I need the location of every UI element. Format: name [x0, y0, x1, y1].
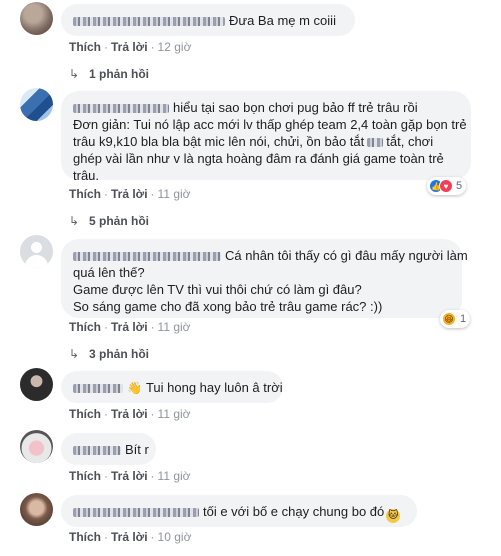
default-avatar-body [25, 255, 48, 268]
like-link[interactable]: Thích [69, 187, 101, 201]
love-icon: ♥ [439, 179, 453, 193]
comment-text-line: Đơn giản: Tui nó lập acc mới lv thấp ghé… [73, 117, 467, 132]
replies-count: 3 phản hồi [89, 347, 149, 361]
reply-link[interactable]: Trả lời [111, 320, 148, 334]
blurred-author-name[interactable] [73, 508, 199, 518]
view-replies-link[interactable]: ↳ 5 phản hồi [69, 214, 149, 228]
comment-text-line: trâu k9,k10 bla bla bật mic lên nói, chử… [73, 134, 365, 149]
avatar[interactable] [20, 430, 53, 463]
comment-text-line: quá lên thế? [73, 265, 145, 280]
comment-actions: Thích · Trả lời · 11 giờ [69, 407, 191, 421]
blurred-author-name[interactable] [73, 17, 225, 27]
wave-emoji-icon: 👋 [127, 381, 142, 395]
blurred-mention[interactable] [367, 138, 384, 148]
cat-emoji-icon: 🐱 [386, 509, 401, 523]
reply-link[interactable]: Trả lời [111, 469, 148, 483]
avatar[interactable] [20, 88, 53, 121]
reply-link[interactable]: Trả lời [111, 40, 148, 54]
comment-text: Tui hong hay luôn â trời [145, 380, 283, 395]
view-replies-link[interactable]: ↳ 1 phản hồi [69, 67, 149, 81]
like-link[interactable]: Thích [69, 530, 101, 544]
comment-text-line: tắt, chơi [386, 134, 434, 149]
comment-text-line: trâu. [73, 168, 100, 183]
comment-bubble: Bít r [61, 433, 156, 465]
reaction-summary[interactable]: 👍 ♥ 5 [427, 177, 467, 195]
timestamp[interactable]: 11 giờ [158, 407, 191, 421]
comment-bubble: Đưa Ba mẹ m coiii [61, 4, 355, 36]
timestamp[interactable]: 11 giờ [158, 187, 191, 201]
avatar[interactable] [20, 235, 53, 268]
comment-bubble: tối e với bố e chạy chung bo đó 🐱 [61, 495, 417, 527]
timestamp[interactable]: 11 giờ [158, 320, 191, 334]
comment-text: Đưa Ba mẹ m coiii [229, 13, 336, 28]
comment-text: Bít r [125, 442, 149, 457]
comment-text-line: ghép vài lần như v là ngta hoàng đâm ra … [73, 151, 444, 166]
comment-text-line: hiểu tại sao bọn chơi pug bảo ff trẻ trâ… [173, 100, 418, 115]
comment-actions: Thích · Trả lời · 11 giờ [69, 187, 191, 201]
comment-text-line: Cá nhân tôi thấy có gì đâu mấy người làm [225, 248, 468, 263]
blurred-author-name[interactable] [73, 252, 221, 262]
blurred-author-name[interactable] [73, 446, 121, 456]
comment-actions: Thích · Trả lời · 10 giờ [69, 530, 192, 544]
reaction-count: 1 [460, 313, 467, 325]
view-replies-link[interactable]: ↳ 3 phản hồi [69, 347, 149, 361]
comment-text: tối e với bố e chạy chung bo đó [203, 504, 385, 519]
comment-bubble: 👋 Tui hong hay luôn â trời [61, 371, 283, 403]
reply-arrow-icon: ↳ [69, 67, 80, 81]
comment-text-line: Game được lên TV thì vui thôi chứ có làm… [73, 282, 362, 297]
comment-bubble: hiểu tại sao bọn chơi pug bảo ff trẻ trâ… [61, 91, 471, 183]
timestamp[interactable]: 10 giờ [158, 530, 192, 544]
like-link[interactable]: Thích [69, 469, 101, 483]
like-link[interactable]: Thích [69, 320, 101, 334]
comment-bubble: Cá nhân tôi thấy có gì đâu mấy người làm… [61, 239, 468, 318]
haha-icon: 😆 [442, 312, 456, 326]
comment-text-line: So sáng game cho đã xong bảo trẻ trâu ga… [73, 299, 383, 314]
reply-link[interactable]: Trả lời [111, 187, 148, 201]
replies-count: 5 phản hồi [89, 214, 149, 228]
like-link[interactable]: Thích [69, 407, 101, 421]
avatar[interactable] [20, 493, 53, 526]
replies-count: 1 phản hồi [89, 67, 149, 81]
reaction-count: 5 [456, 180, 463, 192]
blurred-author-name[interactable] [73, 384, 123, 394]
reply-link[interactable]: Trả lời [111, 530, 148, 544]
comment-actions: Thích · Trả lời · 11 giờ [69, 320, 191, 334]
timestamp[interactable]: 12 giờ [158, 40, 192, 54]
blurred-author-name[interactable] [73, 104, 169, 114]
reply-arrow-icon: ↳ [69, 347, 80, 361]
comment-actions: Thích · Trả lời · 12 giờ [69, 40, 192, 54]
timestamp[interactable]: 11 giờ [158, 469, 191, 483]
reply-arrow-icon: ↳ [69, 214, 80, 228]
like-link[interactable]: Thích [69, 40, 101, 54]
comment-actions: Thích · Trả lời · 11 giờ [69, 469, 191, 483]
reply-link[interactable]: Trả lời [111, 407, 148, 421]
avatar[interactable] [20, 368, 53, 401]
reaction-summary[interactable]: 😆 1 [440, 310, 471, 328]
default-avatar-head [31, 242, 42, 253]
avatar[interactable] [20, 2, 53, 35]
